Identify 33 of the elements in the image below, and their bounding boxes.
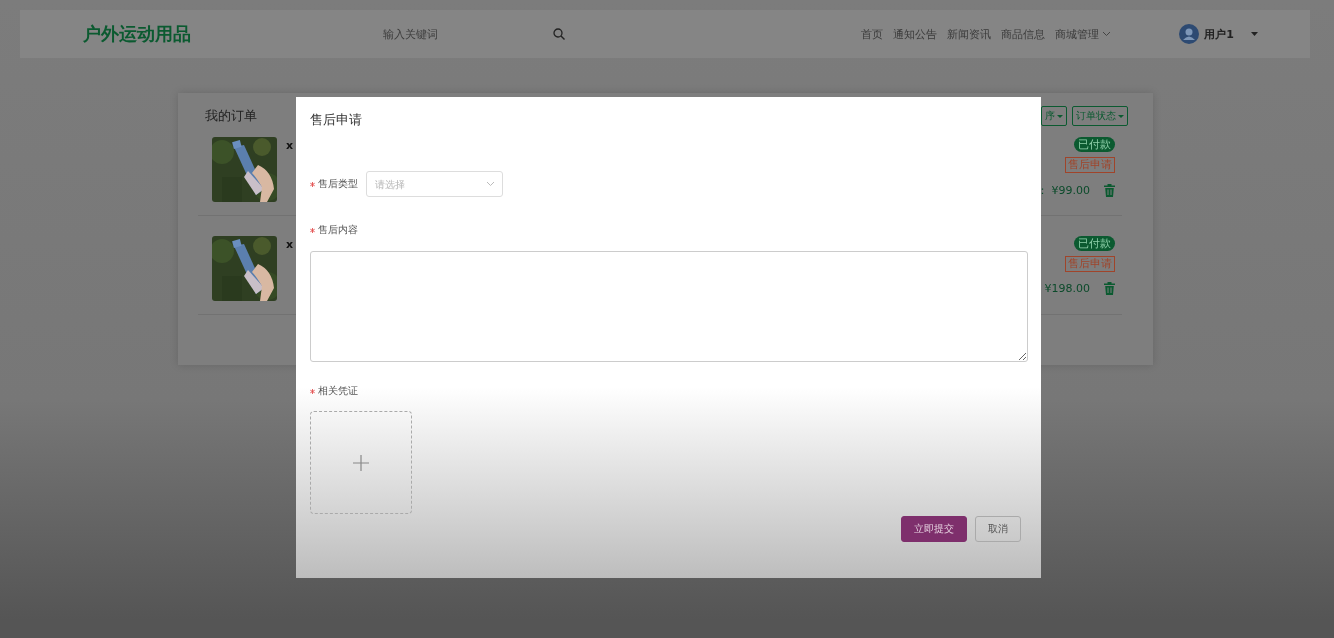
select-field[interactable]: 请选择 <box>366 171 503 197</box>
site-logo[interactable]: 户外运动用品 <box>83 22 383 46</box>
search-icon[interactable] <box>553 28 565 40</box>
nav-link[interactable]: 商品信息 <box>1001 26 1046 42</box>
chevron-icon <box>1102 31 1112 37</box>
nav-link[interactable]: 商城管理 <box>1055 26 1112 42</box>
user-name[interactable]: 用户1 <box>1204 26 1234 42</box>
nav-link[interactable]: 新闻资讯 <box>947 26 992 42</box>
nav-link[interactable]: 通知公告 <box>893 26 938 42</box>
field-label: 售后类型 <box>318 177 358 191</box>
plus-icon <box>353 454 369 471</box>
product-title[interactable]: x <box>286 238 294 314</box>
dialog-title: 售后申请 <box>310 111 363 129</box>
field-label: 相关凭证 <box>318 384 358 398</box>
content-field[interactable] <box>310 251 1028 362</box>
submit-button[interactable]: 立即提交 <box>901 516 967 542</box>
avatar-icon[interactable] <box>1179 24 1200 44</box>
product-title[interactable]: x <box>286 139 294 215</box>
chevron-icon <box>486 181 495 187</box>
order-price: ： ¥99.00 <box>1037 183 1090 198</box>
caret-icon[interactable] <box>1251 32 1258 36</box>
status-badge: 已付款 <box>1074 236 1115 251</box>
nav-link[interactable]: 首页 <box>861 26 884 42</box>
trash-icon[interactable] <box>1104 282 1115 295</box>
status-badge: 已付款 <box>1074 137 1115 152</box>
order-price: ¥198.00 <box>1044 282 1090 295</box>
panel-title: 我的订单 <box>205 107 257 125</box>
field-label: 售后内容 <box>318 223 358 237</box>
search-field[interactable]: 输入关键词 <box>383 27 503 41</box>
trash-icon[interactable] <box>1104 184 1115 197</box>
filter-dropdown[interactable]: 订单状态 <box>1072 106 1128 126</box>
upload-box[interactable] <box>310 411 412 514</box>
cancel-button[interactable]: 取消 <box>975 516 1021 542</box>
